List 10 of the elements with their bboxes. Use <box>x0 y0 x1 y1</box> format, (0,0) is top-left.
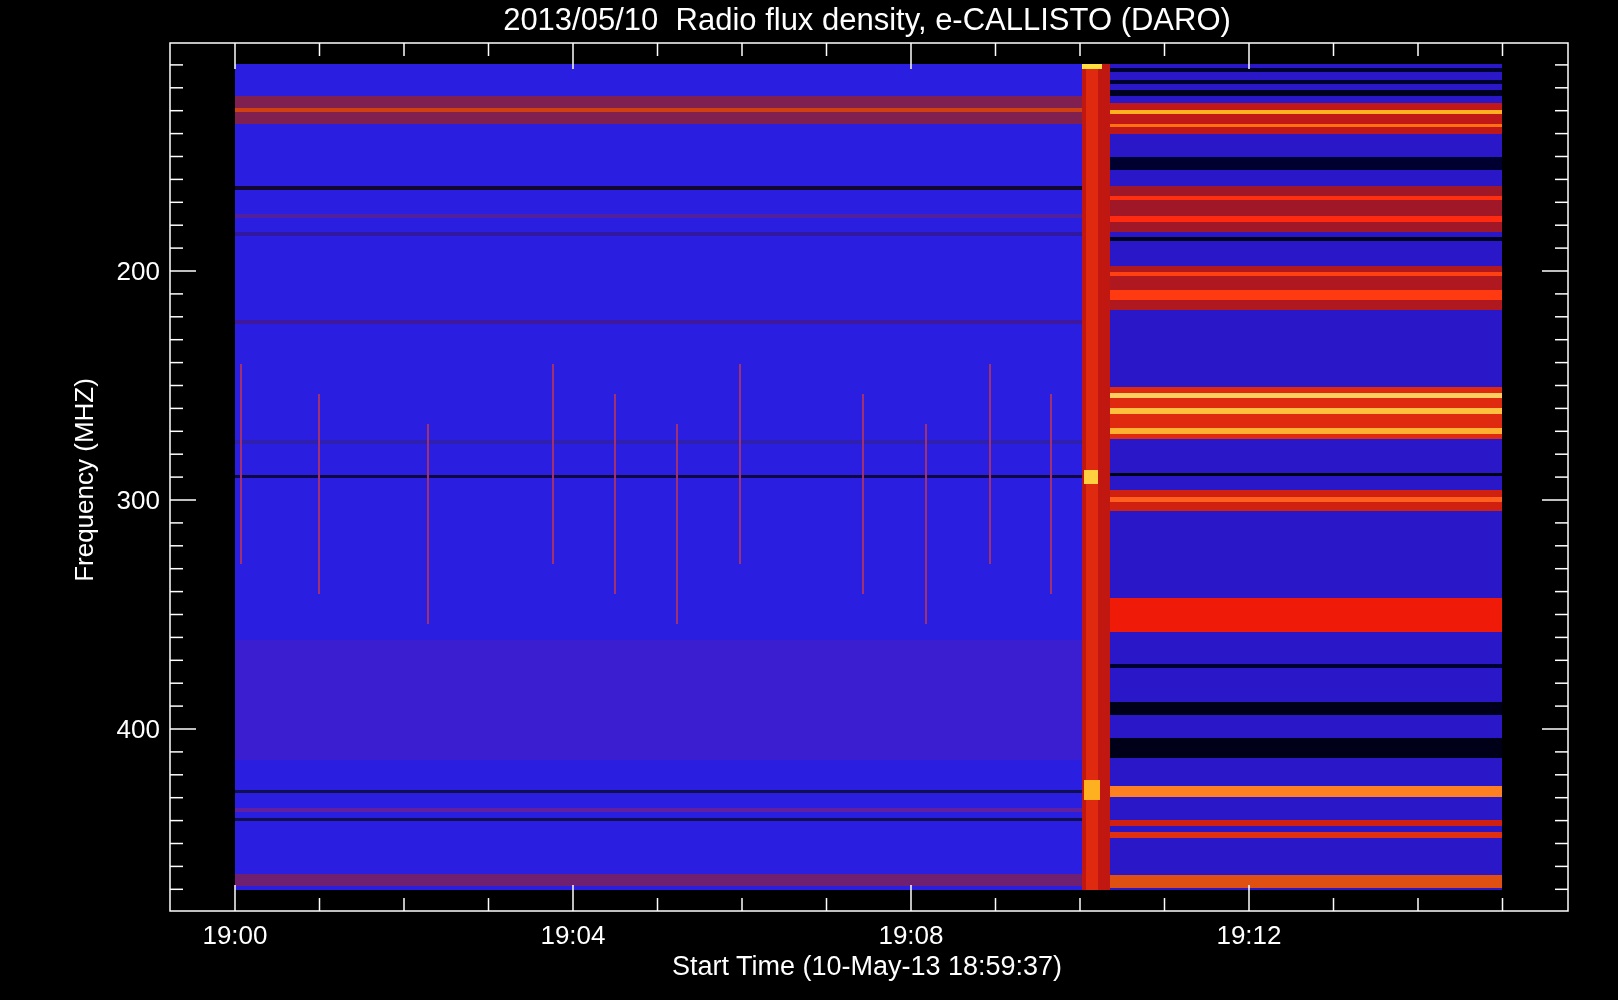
x-tick-label: 19:08 <box>878 920 944 950</box>
y-tick-label: 400 <box>116 714 160 744</box>
x-axis-label: Start Time (10-May-13 18:59:37) <box>671 951 1063 981</box>
y-axis-label: Frequency (MHZ) <box>69 378 99 582</box>
x-tick-label: 19:00 <box>202 920 268 950</box>
x-tick-label: 19:12 <box>1216 920 1282 950</box>
y-tick-label: 300 <box>116 485 160 515</box>
x-tick-label: 19:04 <box>540 920 606 950</box>
chart-title: 2013/05/10 Radio flux density, e-CALLISTO (DARO) <box>503 2 1231 37</box>
y-tick-label: 200 <box>116 256 160 286</box>
